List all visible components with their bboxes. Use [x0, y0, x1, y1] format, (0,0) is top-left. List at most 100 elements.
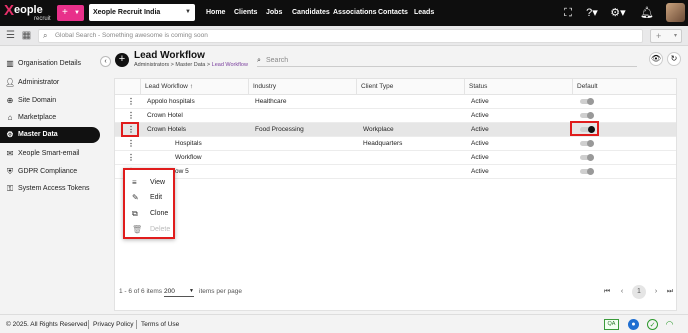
sidebar-item-smart-email[interactable]: ✉ Xeople Smart-email: [0, 146, 100, 162]
tenant-select[interactable]: Xeople Recruit India ▼: [89, 4, 195, 21]
last-page-icon[interactable]: ⏭: [665, 285, 675, 299]
privacy-policy-link[interactable]: Privacy Policy: [93, 315, 133, 333]
column-header-default[interactable]: Default: [572, 79, 676, 95]
sidebar-item-organisation-details[interactable]: ▥ Organisation Details: [0, 56, 100, 72]
table-row[interactable]: ⋮ Workflow Active: [115, 151, 676, 165]
avatar[interactable]: [666, 3, 685, 22]
column-header-client-type[interactable]: Client Type: [356, 79, 464, 95]
sidebar-item-administrator[interactable]: 👤︎ Administrator: [0, 75, 100, 91]
nav-contacts[interactable]: Contacts: [378, 0, 408, 26]
toggle-visibility-button[interactable]: 👁︎: [649, 52, 663, 66]
nav-home[interactable]: Home: [206, 0, 225, 26]
cell-client-type: [358, 165, 464, 179]
menu-item-edit[interactable]: ✎ Edit: [125, 190, 173, 205]
row-actions-icon[interactable]: ⋮: [127, 137, 135, 151]
nav-jobs[interactable]: Jobs: [266, 0, 282, 26]
row-actions-icon[interactable]: ⋮: [127, 151, 135, 165]
cell-status: Active: [471, 98, 489, 105]
page-button-current[interactable]: 1: [632, 285, 646, 299]
grid-view-icon[interactable]: ▦: [21, 30, 32, 41]
global-search-input[interactable]: ⌕ Global Search - Something awesome is c…: [38, 29, 643, 43]
default-toggle[interactable]: [580, 112, 594, 119]
divider: [88, 320, 89, 329]
pagination-range: 1 - 6 of 6 items: [119, 288, 162, 295]
table-row[interactable]: ⋮ ow 5 Active: [115, 165, 676, 179]
xeople-logo[interactable]: X eople recruit: [4, 3, 54, 23]
refresh-button[interactable]: ↻: [667, 52, 681, 66]
check-circle-icon[interactable]: ✓: [647, 319, 658, 330]
prev-page-icon[interactable]: ‹: [617, 285, 627, 299]
row-actions-icon[interactable]: ⋮: [127, 95, 135, 109]
sort-asc-icon: ↑: [189, 83, 193, 90]
bell-icon[interactable]: 🔔︎: [640, 7, 654, 19]
default-toggle[interactable]: [580, 154, 594, 161]
table-row[interactable]: ⋮ Appolo hospitals Healthcare Active: [115, 95, 676, 109]
person-icon: 👤︎: [5, 78, 16, 87]
cell-industry: [250, 151, 356, 165]
add-record-button[interactable]: +: [115, 53, 129, 67]
cell-status: Active: [471, 126, 489, 133]
menu-item-view[interactable]: ≡ View: [125, 175, 173, 190]
help-icon[interactable]: ?▾: [583, 7, 601, 19]
gear-icon[interactable]: ⚙▾: [609, 7, 627, 19]
cell-lead-workflow: Workflow: [142, 151, 248, 165]
next-page-icon[interactable]: ›: [651, 285, 661, 299]
search-icon: ⌕: [43, 31, 48, 40]
create-button[interactable]: + ▾: [650, 29, 682, 43]
terms-of-use-link[interactable]: Terms of Use: [141, 315, 179, 333]
default-toggle[interactable]: [580, 98, 594, 105]
user-status-icon[interactable]: ●: [628, 319, 639, 330]
copyright-text: © 2025. All Rights Reserved: [6, 321, 88, 328]
menu-item-clone[interactable]: ⧉ Clone: [125, 206, 173, 221]
nav-clients[interactable]: Clients: [234, 0, 257, 26]
breadcrumb-current: Lead Workflow: [211, 62, 248, 68]
cell-text: ow 5: [175, 168, 189, 175]
email-icon: ✉: [6, 149, 14, 158]
first-page-icon[interactable]: ⏮: [602, 285, 612, 299]
list-view-icon[interactable]: ☰: [5, 30, 16, 41]
column-header-industry[interactable]: Industry: [248, 79, 356, 95]
shield-icon: ⛨: [7, 167, 13, 176]
nav-associations[interactable]: Associations: [333, 0, 377, 26]
per-page-select[interactable]: 200 ▼: [164, 286, 194, 297]
lead-workflow-table: Lead Workflow ↑ Industry Client Type Sta…: [114, 78, 677, 311]
sidebar-item-marketplace[interactable]: ⌂ Marketplace: [0, 110, 100, 126]
sidebar-item-label: System Access Tokens: [18, 185, 90, 192]
sidebar-item-label: GDPR Compliance: [18, 168, 78, 175]
per-page-value: 200: [164, 288, 175, 295]
cell-client-type: [358, 109, 464, 123]
cell-industry: Healthcare: [255, 98, 287, 105]
create-plus: +: [656, 31, 662, 41]
menu-item-label: Delete: [150, 226, 171, 233]
sidebar-item-master-data[interactable]: ⚙ Master Data: [0, 127, 100, 143]
quick-add-button[interactable]: + ▼: [57, 5, 84, 21]
column-label: Lead Workflow: [145, 83, 188, 90]
cell-status: Active: [471, 112, 489, 119]
gear-icon: ⚙: [6, 130, 14, 139]
menu-item-label: Edit: [150, 194, 163, 201]
default-toggle[interactable]: [580, 140, 594, 147]
nav-candidates[interactable]: Candidates: [292, 0, 330, 26]
table-search-input[interactable]: ⌕ Search: [257, 54, 637, 67]
list-icon: ≡: [132, 178, 137, 187]
column-header-lead-workflow[interactable]: Lead Workflow ↑: [140, 79, 248, 95]
sidebar-item-gdpr[interactable]: ⛨ GDPR Compliance: [0, 164, 100, 180]
toolbar: ☰ ▦ ⌕ Global Search - Something awesome …: [0, 26, 688, 46]
row-actions-icon[interactable]: ⋮: [127, 109, 135, 123]
logo-subtitle: recruit: [34, 16, 51, 22]
highlight-row-actions: [121, 122, 139, 137]
breadcrumb-path[interactable]: Administrators > Master Data >: [134, 62, 212, 68]
fullscreen-icon[interactable]: ⛶: [562, 7, 574, 19]
collapse-sidebar-button[interactable]: ‹: [100, 56, 111, 67]
cell-status: Active: [471, 154, 489, 161]
menu-item-delete: 🗑︎ Delete: [125, 222, 173, 237]
cell-lead-workflow: Crown Hotels: [147, 126, 187, 133]
sidebar-item-site-domain[interactable]: ⊕ Site Domain: [0, 93, 100, 109]
sidebar-item-access-tokens[interactable]: ⚿ System Access Tokens: [0, 181, 100, 197]
table-row[interactable]: ⋮ Hospitals Headquarters Active: [115, 137, 676, 151]
column-header-status[interactable]: Status: [464, 79, 572, 95]
default-toggle[interactable]: [580, 168, 594, 175]
sidebar-item-label: Site Domain: [18, 97, 57, 104]
menu-item-label: View: [150, 179, 166, 186]
nav-leads[interactable]: Leads: [414, 0, 434, 26]
